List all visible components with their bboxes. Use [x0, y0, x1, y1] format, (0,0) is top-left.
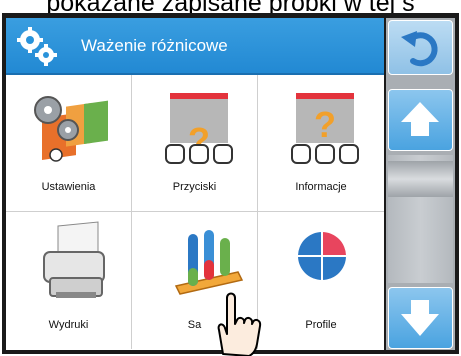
settings-icon [34, 96, 108, 162]
page-title: Ważenie różnicowe [81, 36, 228, 55]
buttons-icon: ? [165, 93, 233, 164]
tile-label: Wydruki [48, 319, 89, 331]
header-bar: Ważenie różnicowe [6, 18, 384, 75]
arrow-down-icon [401, 300, 439, 336]
scrollbar-thumb[interactable] [388, 161, 453, 197]
scroll-up-button[interactable] [388, 89, 453, 151]
printer-icon [43, 221, 105, 298]
back-button[interactable] [388, 20, 453, 75]
tile-profile[interactable]: Profile [258, 212, 384, 349]
menu-grid: Ustawienia ? Przyciski ? Informacje Wydr… [6, 75, 384, 350]
profile-icon [298, 232, 346, 280]
tile-label: Informacje [295, 181, 347, 193]
svg-text:?: ? [314, 104, 336, 145]
arrow-up-icon [401, 102, 439, 136]
scroll-down-button[interactable] [388, 287, 453, 349]
tile-label: Przyciski [172, 181, 217, 193]
sidebar [386, 18, 455, 350]
tile-buttons[interactable]: ? Przyciski [132, 75, 258, 212]
tile-label: Ustawienia [41, 181, 96, 193]
back-arrow-icon [401, 31, 438, 67]
caption-text: pokazane zapisane próbki w tej s [46, 0, 415, 14]
gears-icon [17, 27, 57, 66]
pointer-hand-icon [217, 292, 262, 356]
tile-settings[interactable]: Ustawienia [6, 75, 132, 212]
tile-info[interactable]: ? Informacje [258, 75, 384, 212]
tile-label: Profile [305, 319, 337, 331]
tile-printouts[interactable]: Wydruki [6, 212, 132, 349]
info-icon: ? [291, 93, 359, 164]
